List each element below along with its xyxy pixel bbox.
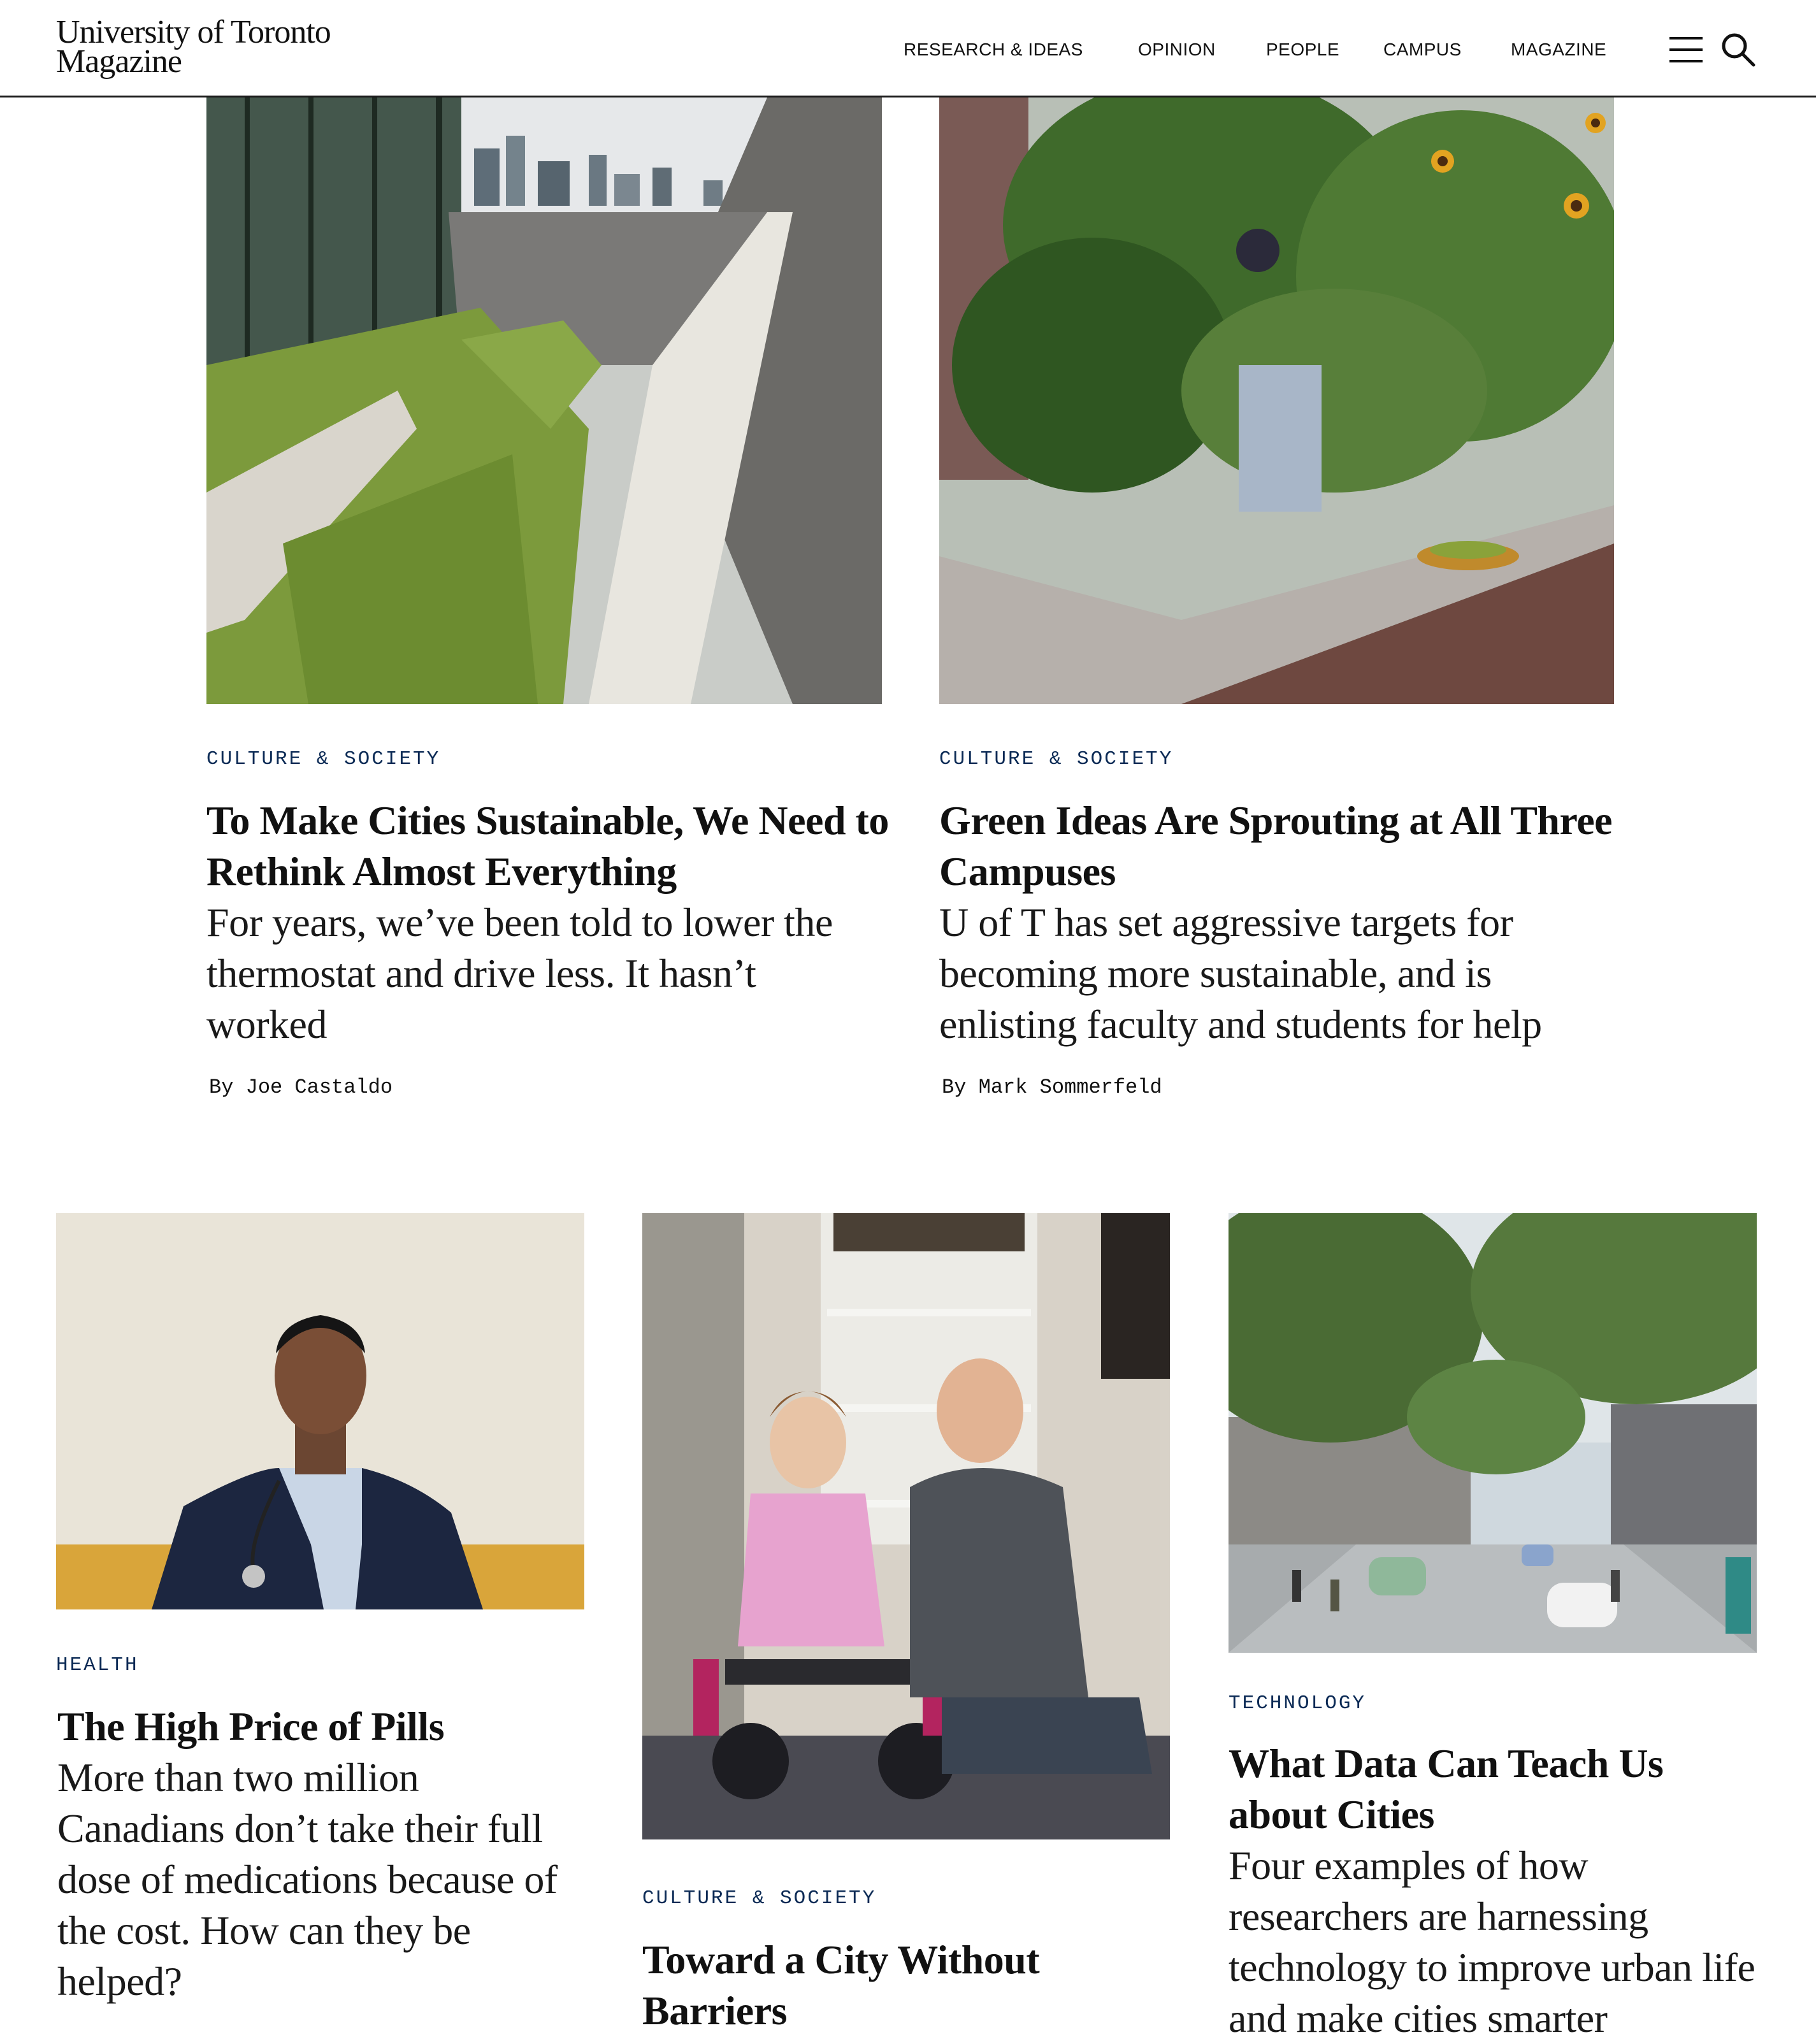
hamburger-menu-icon[interactable] [1668, 34, 1704, 65]
nav-opinion[interactable]: OPINION [1138, 40, 1216, 60]
search-icon[interactable] [1720, 32, 1756, 68]
nav-research-ideas[interactable]: RESEARCH & IDEAS [904, 40, 1083, 60]
article-3-dek: More than two million Canadians don’t ta… [57, 1755, 558, 2004]
smart-city-street-photo[interactable] [1229, 1213, 1757, 1653]
article-4-title[interactable]: Toward a City Without Barriers [642, 1934, 1171, 2036]
article-1-category[interactable]: CULTURE & SOCIETY [206, 748, 440, 770]
article-1-dek: For years, we’ve been told to lower the … [206, 900, 833, 1047]
article-2-category[interactable]: CULTURE & SOCIETY [939, 748, 1173, 770]
article-1-byline: By Joe Castaldo [209, 1076, 393, 1099]
doctor-portrait-photo[interactable] [56, 1213, 584, 1609]
wheelchair-family-photo[interactable] [642, 1213, 1170, 1839]
article-3-category[interactable]: HEALTH [56, 1654, 139, 1676]
article-5-dek: Four examples of how researchers are har… [1229, 1843, 1755, 2041]
article-5-title[interactable]: What Data Can Teach Us about Cities [1229, 1738, 1757, 1840]
site-header: University of Toronto Magazine RESEARCH … [0, 0, 1816, 97]
article-2-byline: By Mark Sommerfeld [942, 1076, 1162, 1099]
nav-magazine[interactable]: MAGAZINE [1511, 40, 1606, 60]
logo-line-2: Magazine [56, 43, 182, 80]
article-1-title[interactable]: To Make Cities Sustainable, We Need to R… [206, 795, 907, 897]
nav-people[interactable]: PEOPLE [1266, 40, 1339, 60]
article-4-category[interactable]: CULTURE & SOCIETY [642, 1887, 876, 1910]
article-2-title[interactable]: Green Ideas Are Sprouting at All Three C… [939, 795, 1615, 897]
site-logo[interactable]: University of Toronto Magazine [56, 16, 331, 80]
article-3-title[interactable]: The High Price of Pills [57, 1701, 586, 1752]
article-2-dek: U of T has set aggressive targets for be… [939, 900, 1542, 1047]
article-5-category[interactable]: TECHNOLOGY [1229, 1692, 1366, 1715]
nav-campus[interactable]: CAMPUS [1383, 40, 1462, 60]
green-roof-photo[interactable] [206, 97, 882, 704]
rooftop-garden-photo[interactable] [939, 97, 1614, 704]
